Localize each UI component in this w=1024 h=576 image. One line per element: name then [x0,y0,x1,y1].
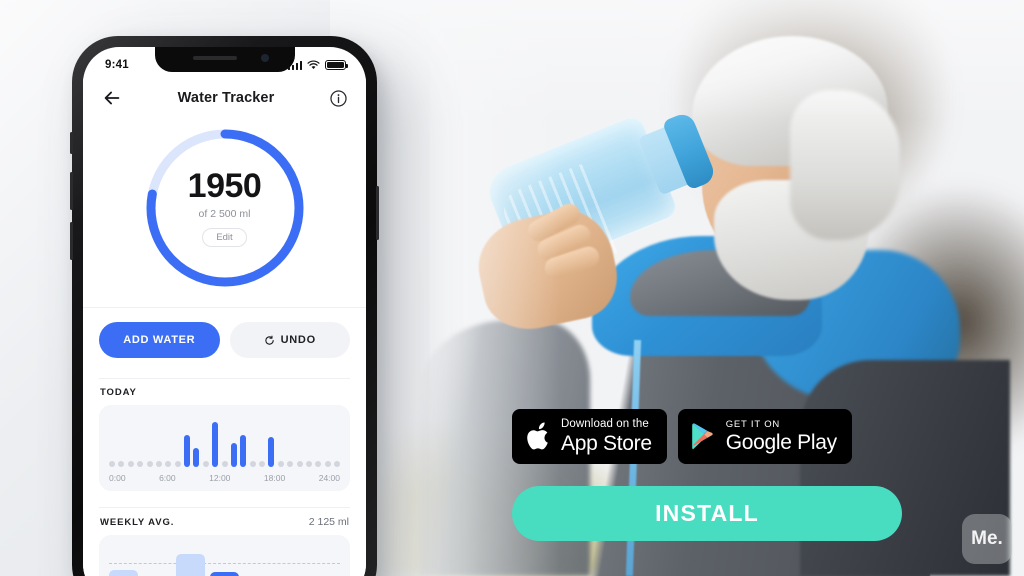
brand-watermark-logo: Me. [962,514,1012,564]
today-bar [287,461,294,467]
water-progress-card: 1950 of 2 500 ml Edit [83,121,366,308]
store-badges: Download on the App Store GET IT ON Goog… [512,409,852,464]
today-section: TODAY 0:00 6:00 12:00 18:00 24:00 [83,370,366,491]
phone-mute-switch [70,132,73,154]
today-title: TODAY [100,387,137,398]
today-bar [155,461,162,467]
today-axis-labels: 0:00 6:00 12:00 18:00 24:00 [109,467,340,485]
weekly-bar [176,553,206,576]
today-bar [221,461,228,467]
status-time: 9:41 [105,59,129,71]
weekly-chart[interactable] [99,535,350,576]
today-bar [193,447,200,467]
today-bar [127,461,134,467]
today-plot [109,415,340,467]
phone-volume-up-button [70,172,73,210]
google-play-small-label: GET IT ON [725,418,781,430]
today-bar [109,461,115,467]
today-bar [184,434,190,467]
promo-banner: 9:41 Water Tracker 1950 of 2 500 ml Edit… [0,0,1024,576]
water-goal-label: of 2 500 ml [198,208,251,220]
add-water-button[interactable]: ADD WATER [99,322,220,358]
today-bar [324,461,331,467]
install-button[interactable]: INSTALL [512,486,902,541]
undo-button[interactable]: UNDO [229,322,350,358]
app-store-big-label: App Store [561,432,652,456]
water-amount-value: 1950 [187,167,262,205]
today-bar [305,461,312,467]
today-bar [240,434,247,467]
today-bar [268,436,275,467]
weekly-bar [109,569,138,576]
cellular-signal-icon [287,60,302,70]
app-store-badge[interactable]: Download on the App Store [512,409,667,464]
today-bar [165,461,172,467]
today-bar [174,461,181,467]
phone-volume-down-button [70,222,73,260]
brand-watermark-text: Me. [971,528,1003,549]
today-bar [202,461,209,467]
today-bar [296,461,303,467]
battery-icon [325,60,348,70]
today-bar [137,461,144,467]
app-store-small-label: Download on the [561,417,649,430]
wifi-icon [307,59,320,69]
today-bar [259,461,265,467]
phone-power-button [376,186,379,240]
page-title: Water Tracker [177,90,275,106]
undo-label: UNDO [280,334,316,346]
google-play-badge[interactable]: GET IT ON Google Play [677,409,852,464]
weekly-bars [109,547,340,576]
undo-arrow-icon [264,335,274,345]
info-icon[interactable] [329,89,348,108]
today-axis-tick: 24:00 [318,473,340,483]
today-axis-tick: 18:00 [263,473,286,483]
progress-ring: 1950 of 2 500 ml Edit [142,125,308,291]
weekly-plot [109,547,340,576]
weekly-bar [210,571,239,576]
today-chart[interactable]: 0:00 6:00 12:00 18:00 24:00 [99,405,350,491]
weekly-section: WEEKLY AVG. 2 125 ml [83,491,366,576]
today-bar [118,461,125,467]
today-bars [109,415,340,467]
back-arrow-icon[interactable] [101,87,123,109]
today-bar [146,461,153,467]
app-header: Water Tracker [83,77,366,121]
phone-screen: 9:41 Water Tracker 1950 of 2 500 ml Edit… [83,47,366,576]
today-bar [315,461,322,467]
google-play-big-label: Google Play [725,431,837,455]
apple-logo-icon [527,421,548,449]
today-bar [230,443,237,467]
weekly-value: 2 125 ml [308,516,349,528]
today-bar [277,461,284,467]
today-bar [249,461,256,467]
today-bar [212,421,219,467]
phone-mockup: 9:41 Water Tracker 1950 of 2 500 ml Edit… [70,36,379,576]
today-bar [334,461,340,467]
edit-goal-button[interactable]: Edit [202,228,247,247]
today-axis-tick: 12:00 [209,473,231,483]
today-axis-tick: 0:00 [109,473,126,483]
status-bar: 9:41 [83,47,366,77]
google-play-icon [691,423,713,450]
add-water-label: ADD WATER [123,334,196,346]
action-buttons: ADD WATER UNDO [83,308,366,370]
weekly-title: WEEKLY AVG. [100,516,175,528]
today-axis-tick: 6:00 [159,473,176,483]
